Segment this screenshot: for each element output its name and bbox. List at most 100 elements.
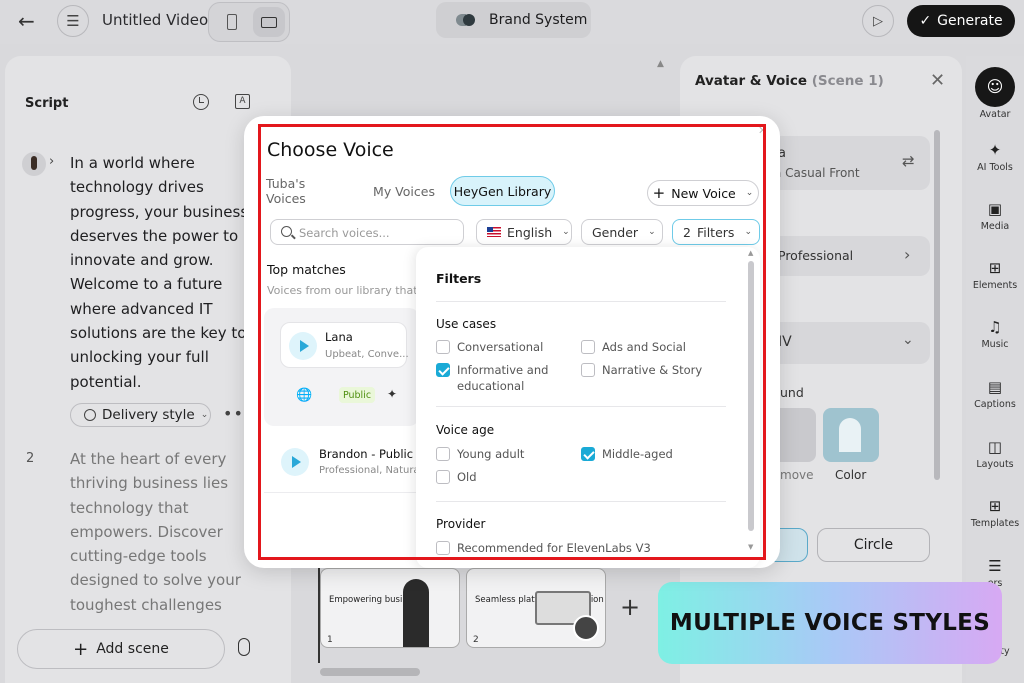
checkbox[interactable] xyxy=(436,340,450,354)
filters-label: Filters xyxy=(696,224,735,240)
checkbox-checked[interactable] xyxy=(436,363,450,377)
scene-2-script-text[interactable]: At the heart of every thriving business … xyxy=(70,447,270,617)
voice-card-lana[interactable]: Lana Upbeat, Conve... xyxy=(264,308,419,426)
toolbar-avatar[interactable]: ☺ Avatar xyxy=(966,56,1024,120)
scroll-up-icon[interactable]: ▲ xyxy=(748,249,753,257)
provider-heading: Provider xyxy=(436,517,486,531)
chevron-right-icon[interactable]: › xyxy=(49,154,54,169)
generate-button[interactable]: ✓ Generate xyxy=(907,5,1015,37)
preview-play-button[interactable]: ▷ xyxy=(862,5,894,37)
gender-select[interactable]: Gender ⌄ xyxy=(581,219,663,245)
toolbar-label: Media xyxy=(980,221,1010,232)
search-input[interactable] xyxy=(299,224,459,242)
checkbox[interactable] xyxy=(581,340,595,354)
portrait-button[interactable] xyxy=(215,7,249,37)
toolbar-media[interactable]: ▣ Media xyxy=(966,191,1024,241)
text-format-icon[interactable]: A xyxy=(235,94,250,109)
option-label: Conversational xyxy=(457,340,544,354)
scene-2-number: 2 xyxy=(26,451,35,466)
swap-icon[interactable]: ⇄ xyxy=(902,152,915,170)
color-background-tile[interactable] xyxy=(823,408,879,462)
landscape-button[interactable] xyxy=(253,7,285,37)
scene-thumbnail-2[interactable]: Seamless platform integration 2 xyxy=(466,568,606,648)
scroll-up-icon[interactable]: ▲ xyxy=(657,59,664,69)
add-scene-button[interactable]: + Add scene xyxy=(17,629,225,669)
play-voice-icon[interactable] xyxy=(281,448,309,476)
delivery-style-button[interactable]: Delivery style ⌄ xyxy=(70,403,211,427)
voice-name: Lana xyxy=(325,330,353,344)
modal-close-icon[interactable]: ✕ xyxy=(758,124,767,137)
play-icon: ▷ xyxy=(873,13,883,29)
thumbnail-number: 2 xyxy=(473,635,479,645)
option-label: Ads and Social xyxy=(602,340,686,354)
choose-voice-modal: Choose Voice ✕ Tuba's Voices My Voices H… xyxy=(244,116,780,568)
close-icon[interactable]: ✕ xyxy=(930,70,945,91)
captions-icon: ▤ xyxy=(987,378,1003,396)
panel-scrollbar[interactable] xyxy=(934,130,940,480)
toolbar-label: Music xyxy=(981,339,1009,350)
chevron-down-icon: ⌄ xyxy=(562,227,570,237)
filter-option-narrative[interactable]: Narrative & Story xyxy=(581,362,702,378)
checkbox-checked[interactable] xyxy=(581,447,595,461)
tab-heygen-library[interactable]: HeyGen Library xyxy=(450,176,555,206)
toolbar-label: Elements xyxy=(972,280,1018,291)
scene-1-script-text[interactable]: In a world where technology drives progr… xyxy=(70,151,260,394)
menu-button[interactable]: ☰ xyxy=(57,5,89,37)
circle-shape-button[interactable]: Circle xyxy=(817,528,930,562)
brand-system-button[interactable]: Brand System xyxy=(436,2,591,38)
back-arrow-icon[interactable]: ← xyxy=(18,9,42,33)
checkbox[interactable] xyxy=(436,470,450,484)
filters-select[interactable]: 2 Filters ⌄ xyxy=(672,219,760,245)
avatar-icon: ☺ xyxy=(975,67,1015,107)
avatar-bubble xyxy=(573,615,599,641)
filter-option-informative[interactable]: Informative and educational xyxy=(436,362,566,394)
filters-title: Filters xyxy=(436,271,482,286)
toolbar-music[interactable]: ♫ Music xyxy=(966,309,1024,359)
language-select[interactable]: English ⌄ xyxy=(476,219,572,245)
delivery-style-label: Delivery style xyxy=(102,407,195,423)
scroll-down-icon[interactable]: ▼ xyxy=(748,543,753,551)
voice-name: Brandon - Public xyxy=(319,447,414,461)
toolbar-ai-tools[interactable]: ✦ AI Tools xyxy=(966,132,1024,182)
tab-my-voices[interactable]: My Voices xyxy=(370,176,438,206)
scene-avatar[interactable] xyxy=(22,152,46,176)
filter-option-elevenlabs[interactable]: Recommended for ElevenLabs V3 xyxy=(436,540,651,556)
filter-option-conversational[interactable]: Conversational xyxy=(436,339,543,355)
tab-tubas-voices[interactable]: Tuba's Voices xyxy=(266,176,348,206)
scene-thumbnail-1[interactable]: Empowering business 1 xyxy=(320,568,460,648)
magic-wand-icon[interactable]: ✦ xyxy=(387,387,397,401)
play-voice-icon[interactable] xyxy=(289,332,317,360)
toolbar-elements[interactable]: ⊞ Elements xyxy=(966,250,1024,300)
video-title[interactable]: Untitled Video xyxy=(102,11,208,29)
filter-option-middle-aged[interactable]: Middle-aged xyxy=(581,446,673,462)
filter-option-old[interactable]: Old xyxy=(436,469,477,485)
toolbar-layouts[interactable]: ◫ Layouts xyxy=(966,429,1024,479)
remove-label: move xyxy=(780,468,814,482)
toolbar-captions[interactable]: ▤ Captions xyxy=(966,369,1024,419)
add-scene-plus-icon[interactable]: + xyxy=(620,593,640,621)
divider xyxy=(436,501,726,502)
check-icon: ✓ xyxy=(919,13,932,29)
microphone-icon[interactable] xyxy=(238,638,250,656)
filters-scrollbar[interactable] xyxy=(748,261,754,531)
avatar-figure xyxy=(403,579,429,647)
toolbar-label: Captions xyxy=(974,399,1016,410)
divider xyxy=(436,301,726,302)
timeline-scrollbar[interactable] xyxy=(320,668,420,676)
checkbox[interactable] xyxy=(436,447,450,461)
color-label: Color xyxy=(835,468,867,482)
landscape-icon xyxy=(261,16,277,28)
filter-option-young-adult[interactable]: Young adult xyxy=(436,446,524,462)
history-clock-icon[interactable] xyxy=(193,94,209,110)
new-voice-label: New Voice xyxy=(671,185,736,201)
voice-select-label: IV xyxy=(778,334,792,350)
divider xyxy=(436,406,726,407)
voice-item[interactable]: Lana Upbeat, Conve... xyxy=(280,322,409,368)
filter-option-ads-social[interactable]: Ads and Social xyxy=(581,339,686,355)
voice-search xyxy=(270,219,464,245)
toolbar-templates[interactable]: ⊞ Templates xyxy=(966,488,1024,538)
new-voice-button[interactable]: + New Voice ⌄ xyxy=(647,180,759,206)
checkbox[interactable] xyxy=(581,363,595,377)
checkbox[interactable] xyxy=(436,541,450,555)
voice-age-heading: Voice age xyxy=(436,423,495,437)
